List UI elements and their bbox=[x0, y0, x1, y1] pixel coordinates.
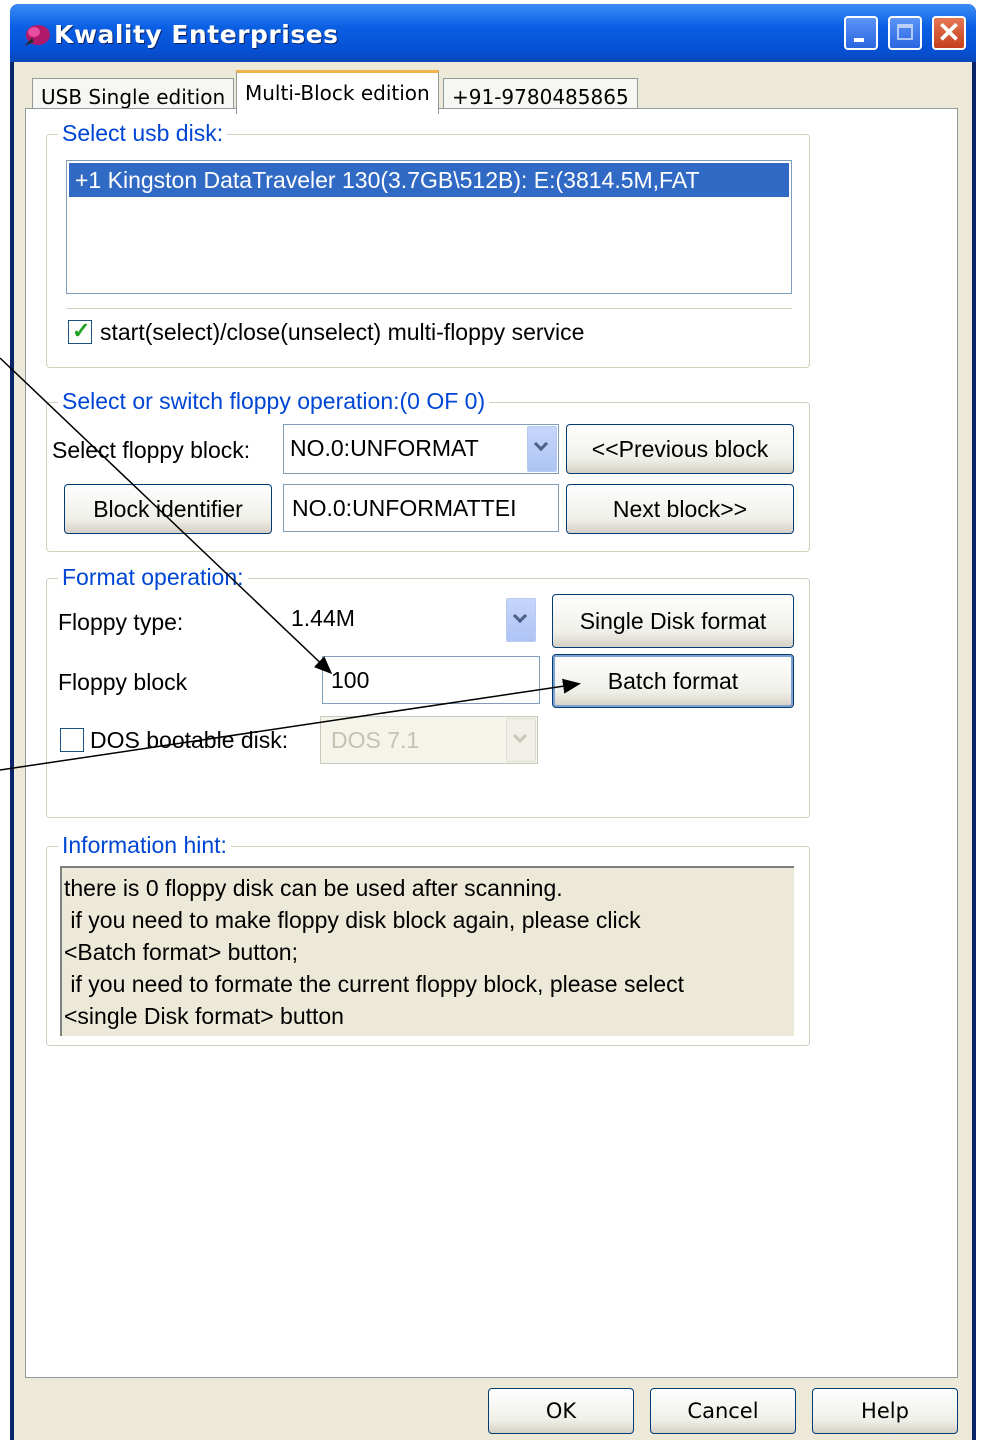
annotation-arrows bbox=[0, 357, 581, 771]
arrow-to-batch-format bbox=[0, 678, 581, 771]
tab-multi-block[interactable]: Multi-Block edition bbox=[236, 70, 439, 114]
arrow-to-floppy-block bbox=[0, 357, 333, 675]
